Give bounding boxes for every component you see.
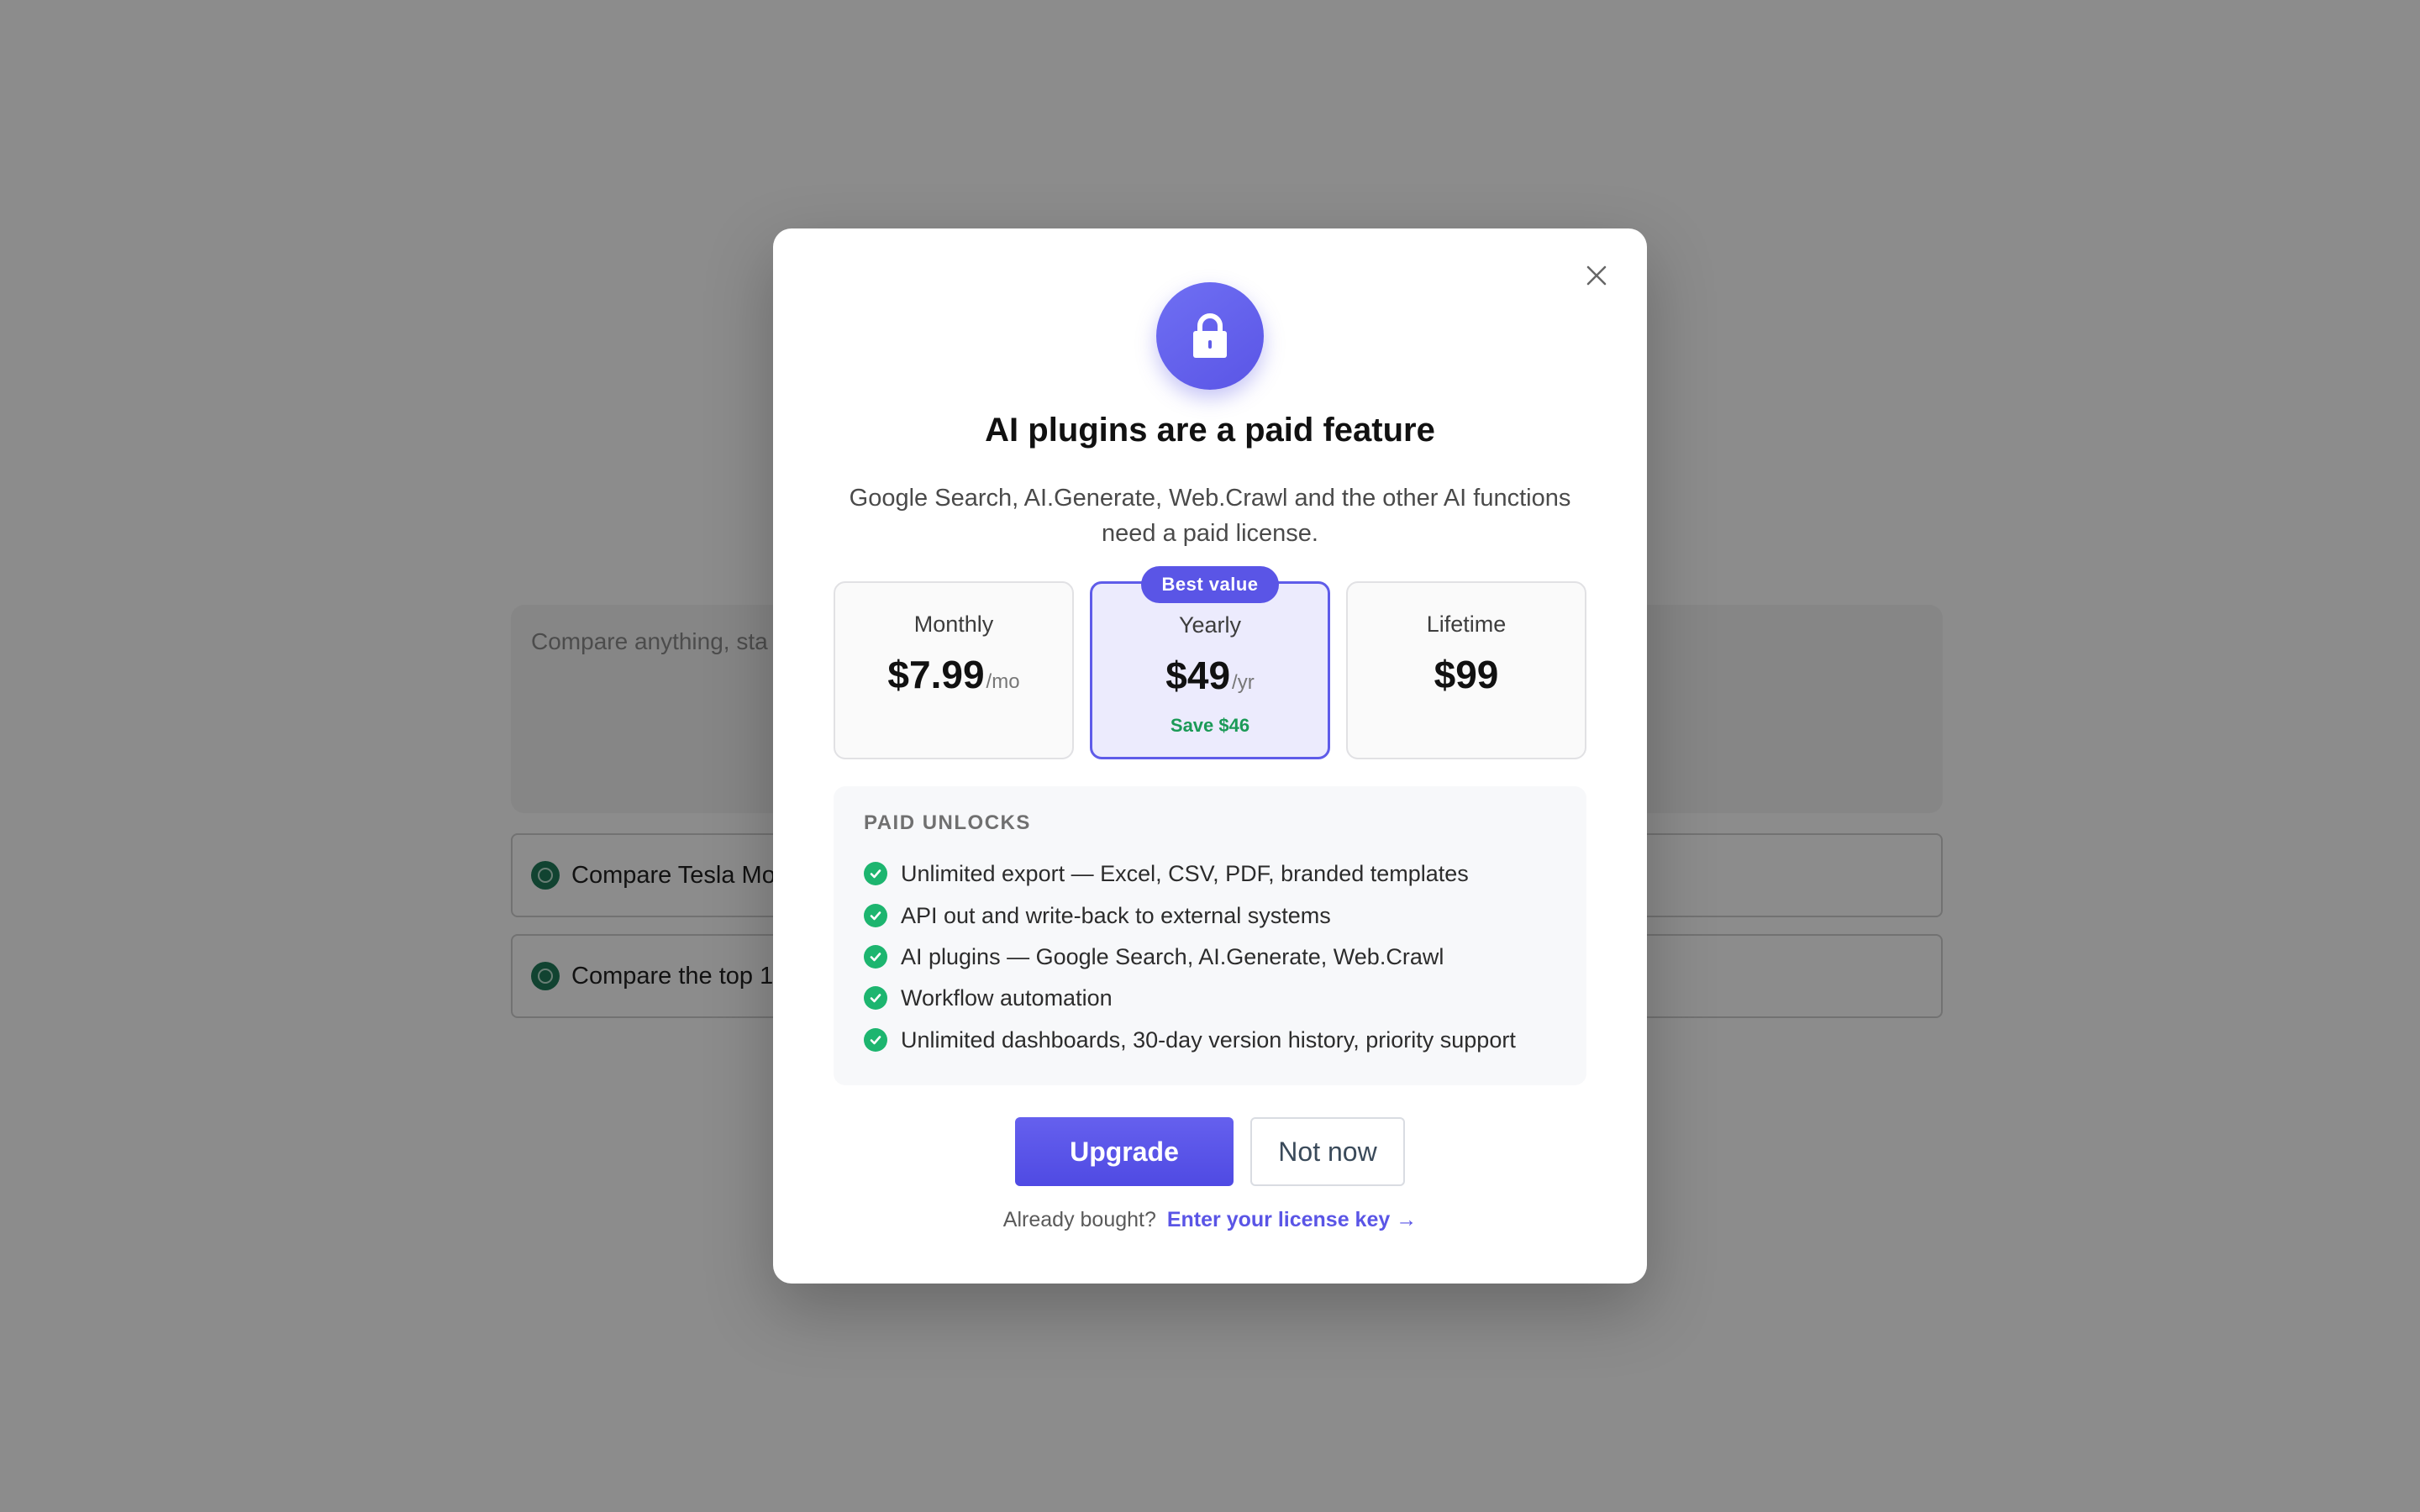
modal-title: AI plugins are a paid feature xyxy=(985,412,1435,449)
unlock-item: API out and write-back to external syste… xyxy=(864,899,1331,932)
not-now-button[interactable]: Not now xyxy=(1250,1117,1405,1186)
plan-savings: Save $46 xyxy=(1170,715,1250,736)
unlock-label: AI plugins — Google Search, AI.Generate,… xyxy=(901,943,1444,969)
plan-lifetime[interactable]: Lifetime $99 xyxy=(1346,581,1586,759)
lock-icon xyxy=(1193,313,1227,358)
plan-price: $99 xyxy=(1434,653,1499,696)
unlock-label: API out and write-back to external syste… xyxy=(901,902,1331,928)
unlocks-heading: PAID UNLOCKS xyxy=(864,811,1031,834)
modal-subtitle: Google Search, AI.Generate, Web.Crawl an… xyxy=(849,485,1571,547)
plan-yearly[interactable]: Yearly $49/yr Save $46 xyxy=(1090,581,1330,759)
lock-badge xyxy=(1156,282,1264,390)
close-icon xyxy=(1586,265,1607,286)
check-icon xyxy=(864,1028,887,1052)
plan-price: $7.99/mo xyxy=(887,653,1020,696)
unlock-label: Workflow automation xyxy=(901,984,1113,1011)
paid-unlocks-panel: PAID UNLOCKS Unlimited export — Excel, C… xyxy=(834,786,1586,1085)
unlock-item: Workflow automation xyxy=(864,981,1113,1015)
check-icon xyxy=(864,862,887,885)
unlock-label: Unlimited dashboards, 30-day version his… xyxy=(901,1026,1516,1053)
plan-price: $49/yr xyxy=(1165,654,1255,697)
unlock-item: Unlimited dashboards, 30-day version his… xyxy=(864,1023,1516,1057)
check-icon xyxy=(864,904,887,927)
unlock-item: AI plugins — Google Search, AI.Generate,… xyxy=(864,940,1444,974)
check-icon xyxy=(864,945,887,969)
already-bought-text: Already bought? xyxy=(1002,1208,1156,1231)
upgrade-button[interactable]: Upgrade xyxy=(1015,1117,1234,1186)
best-value-badge: Best value xyxy=(1141,566,1279,603)
check-icon xyxy=(864,986,887,1010)
close-button[interactable] xyxy=(1580,259,1613,292)
unlock-item: Unlimited export — Excel, CSV, PDF, bran… xyxy=(864,857,1469,890)
plan-name: Lifetime xyxy=(1426,612,1507,637)
enter-license-key-link[interactable]: Enter your license key → xyxy=(1167,1208,1417,1231)
plan-name: Yearly xyxy=(1178,612,1242,638)
plan-unit: /yr xyxy=(1232,671,1255,694)
unlock-label: Unlimited export — Excel, CSV, PDF, bran… xyxy=(901,860,1469,886)
plan-unit: /mo xyxy=(986,670,1020,693)
plan-monthly[interactable]: Monthly $7.99/mo xyxy=(834,581,1074,759)
license-footer: Already bought? Enter your license key → xyxy=(773,1208,1647,1232)
paywall-modal: AI plugins are a paid feature Google Sea… xyxy=(773,228,1647,1284)
plan-name: Monthly xyxy=(913,612,994,637)
